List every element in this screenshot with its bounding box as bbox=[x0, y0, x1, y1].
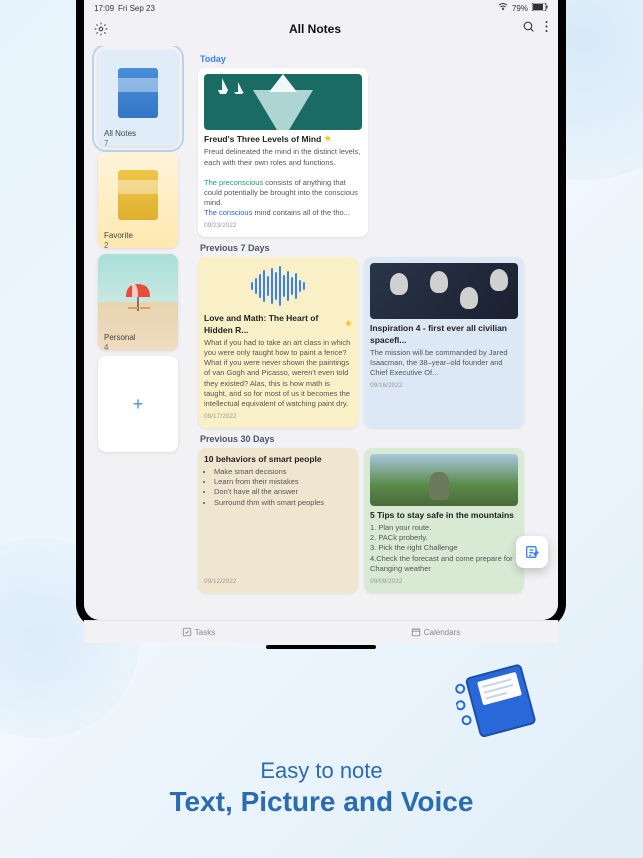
folder-all-notes[interactable]: All Notes 7 bbox=[98, 50, 178, 146]
note-title: 5 Tips to stay safe in the mountains bbox=[370, 510, 518, 521]
add-folder-button[interactable]: + bbox=[98, 356, 178, 452]
note-body: Freud delineated the mind in the distinc… bbox=[204, 147, 362, 218]
tab-calendars[interactable]: Calendars bbox=[411, 627, 460, 637]
notes-list: Today Freud's Three Levels of Mind ★ bbox=[192, 46, 558, 620]
note-card-freud[interactable]: Freud's Three Levels of Mind ★ Freud del… bbox=[198, 68, 368, 237]
battery-pct: 79% bbox=[512, 4, 528, 13]
home-indicator[interactable] bbox=[266, 645, 376, 649]
waveform-icon bbox=[204, 263, 352, 309]
section-prev30: Previous 30 Days bbox=[200, 434, 552, 444]
header: All Notes bbox=[84, 16, 558, 46]
note-body: Make smart decisions Learn from their mi… bbox=[204, 467, 352, 508]
star-icon: ★ bbox=[324, 134, 331, 145]
note-date: 09/23/2022 bbox=[204, 222, 362, 231]
folder-favorite[interactable]: Favorite 2 bbox=[98, 152, 178, 248]
folder-personal[interactable]: Personal 4 bbox=[98, 254, 178, 350]
note-title: 10 behaviors of smart people bbox=[204, 454, 352, 465]
note-title: Freud's Three Levels of Mind ★ bbox=[204, 134, 362, 145]
note-body: 1. Plan your route. 2. PACk proberly. 3.… bbox=[370, 523, 518, 574]
note-title: Inspiration 4 - first ever all civilian … bbox=[370, 323, 518, 346]
search-icon[interactable] bbox=[522, 20, 535, 38]
star-icon: ★ bbox=[345, 319, 352, 330]
note-card-behaviors[interactable]: 10 behaviors of smart people Make smart … bbox=[198, 448, 358, 593]
note-image bbox=[370, 263, 518, 319]
caption-subtitle: Easy to note bbox=[0, 758, 643, 784]
bottom-bar: Tasks Calendars bbox=[84, 620, 558, 643]
screen: 17:09 Fri Sep 23 79% All Notes bbox=[84, 0, 558, 620]
note-date: 09/09/2022 bbox=[370, 578, 518, 587]
note-card-inspiration[interactable]: Inspiration 4 - first ever all civilian … bbox=[364, 257, 524, 428]
folder-label: Favorite bbox=[104, 231, 133, 240]
folder-count: 4 bbox=[104, 343, 108, 350]
folder-label: Personal bbox=[104, 333, 136, 342]
folder-label: All Notes bbox=[104, 129, 136, 138]
tab-tasks[interactable]: Tasks bbox=[182, 627, 215, 637]
note-date: 09/12/2022 bbox=[204, 578, 352, 587]
note-card-lovemath[interactable]: Love and Math: The Heart of Hidden R... … bbox=[198, 257, 358, 428]
note-body: What if you had to take an art class in … bbox=[204, 338, 352, 409]
more-icon[interactable] bbox=[545, 20, 548, 38]
section-prev7: Previous 7 Days bbox=[200, 243, 552, 253]
status-date: Fri Sep 23 bbox=[118, 4, 155, 13]
section-today: Today bbox=[200, 54, 552, 64]
sidebar: All Notes 7 Favorite 2 Personal 4 bbox=[84, 46, 192, 620]
decorative-book-icon bbox=[447, 651, 542, 739]
note-date: 09/17/2022 bbox=[204, 413, 352, 422]
status-bar: 17:09 Fri Sep 23 79% bbox=[84, 0, 558, 16]
new-note-button[interactable] bbox=[516, 536, 548, 568]
note-image bbox=[370, 454, 518, 506]
wifi-icon bbox=[498, 3, 508, 13]
gear-icon[interactable] bbox=[94, 22, 108, 36]
marketing-caption: Easy to note Text, Picture and Voice bbox=[0, 758, 643, 818]
folder-count: 2 bbox=[104, 241, 108, 248]
battery-icon bbox=[532, 3, 548, 13]
status-time: 17:09 bbox=[94, 4, 114, 13]
note-image bbox=[204, 74, 362, 130]
note-card-mountain[interactable]: 5 Tips to stay safe in the mountains 1. … bbox=[364, 448, 524, 593]
note-title: Love and Math: The Heart of Hidden R... … bbox=[204, 313, 352, 336]
caption-title: Text, Picture and Voice bbox=[0, 786, 643, 818]
tablet-frame: 17:09 Fri Sep 23 79% All Notes bbox=[76, 0, 566, 628]
note-date: 09/16/2022 bbox=[370, 382, 518, 391]
folder-count: 7 bbox=[104, 139, 108, 146]
page-title: All Notes bbox=[289, 22, 341, 36]
note-body: The mission will be commanded by Jared I… bbox=[370, 348, 518, 378]
